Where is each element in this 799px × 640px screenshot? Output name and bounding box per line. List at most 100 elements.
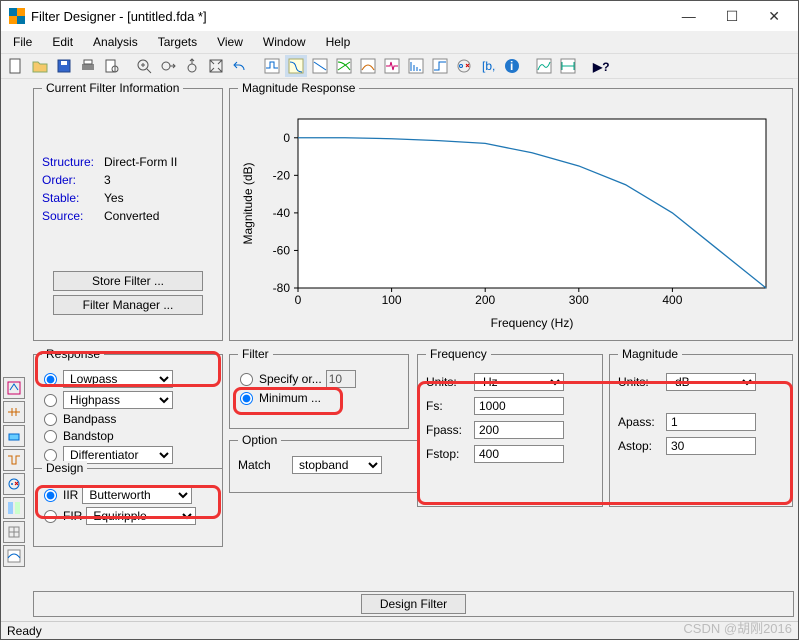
new-file-icon[interactable] <box>5 55 27 77</box>
open-file-icon[interactable] <box>29 55 51 77</box>
svg-text:100: 100 <box>382 293 402 307</box>
freq-fs-input[interactable] <box>474 397 564 415</box>
svg-text:i: i <box>510 59 513 73</box>
freq-fstop-input[interactable] <box>474 445 564 463</box>
mag-phase-icon[interactable] <box>333 55 355 77</box>
design-fir-radio[interactable] <box>44 510 57 523</box>
info-icon[interactable]: i <box>501 55 523 77</box>
impulse-icon[interactable] <box>405 55 427 77</box>
magnitude-panel: Magnitude Units:dB Apass: Astop: <box>609 347 793 507</box>
view-2-icon[interactable] <box>557 55 579 77</box>
maximize-button[interactable]: ☐ <box>720 8 745 25</box>
design-fir-select[interactable]: Equiripple <box>86 507 196 525</box>
response-highpass-select[interactable]: Highpass <box>63 391 173 409</box>
content-area: Current Filter Information Structure:Dir… <box>29 81 796 619</box>
menu-view[interactable]: View <box>209 33 251 51</box>
svg-text:-60: -60 <box>273 243 291 257</box>
svg-text:[b,a]: [b,a] <box>482 59 496 73</box>
status-text: Ready <box>7 624 42 638</box>
help-icon[interactable]: ▶? <box>589 55 611 77</box>
response-panel: Response Lowpass Highpass Bandpass Bands… <box>33 347 223 547</box>
option-match-label: Match <box>238 458 288 472</box>
zoom-in-icon[interactable] <box>133 55 155 77</box>
design-fir-label: FIR <box>63 509 82 523</box>
minimize-button[interactable]: — <box>676 8 702 25</box>
filter-specify-input[interactable] <box>326 370 356 388</box>
filter-specify-radio[interactable] <box>240 373 253 386</box>
svg-text:300: 300 <box>569 293 589 307</box>
step-icon[interactable] <box>429 55 451 77</box>
response-bandstop-radio[interactable] <box>44 430 57 443</box>
option-panel: Option Match stopband <box>229 433 429 493</box>
print-icon[interactable] <box>77 55 99 77</box>
sidebar-tool-6-icon[interactable] <box>3 497 25 519</box>
sidebar-tool-1-icon[interactable] <box>3 377 25 399</box>
response-highpass-radio[interactable] <box>44 394 57 407</box>
magnitude-legend: Magnitude <box>618 347 682 361</box>
response-diff-radio[interactable] <box>44 449 57 462</box>
filter-minimum-radio[interactable] <box>240 392 253 405</box>
response-lowpass-select[interactable]: Lowpass <box>63 370 173 388</box>
phase-delay-icon[interactable] <box>381 55 403 77</box>
response-bandpass-radio[interactable] <box>44 413 57 426</box>
freq-units-select[interactable]: Hz <box>474 373 564 391</box>
freq-fpass-label: Fpass: <box>426 423 468 437</box>
menu-window[interactable]: Window <box>255 33 314 51</box>
filter-manager-button[interactable]: Filter Manager ... <box>53 295 203 315</box>
filter-legend: Filter <box>238 347 273 361</box>
design-filter-button[interactable]: Design Filter <box>361 594 466 614</box>
print-preview-icon[interactable] <box>101 55 123 77</box>
svg-text:0: 0 <box>295 293 302 307</box>
undo-icon[interactable] <box>229 55 251 77</box>
view-1-icon[interactable] <box>533 55 555 77</box>
app-logo-icon <box>9 8 25 24</box>
sidebar-tool-3-icon[interactable] <box>3 425 25 447</box>
frequency-panel: Frequency Units:Hz Fs: Fpass: Fstop: <box>417 347 603 507</box>
coef-icon[interactable]: [b,a] <box>477 55 499 77</box>
magn-apass-input[interactable] <box>666 413 756 431</box>
polezero-icon[interactable] <box>453 55 475 77</box>
option-match-select[interactable]: stopband <box>292 456 382 474</box>
menu-edit[interactable]: Edit <box>44 33 81 51</box>
menu-file[interactable]: File <box>5 33 40 51</box>
design-iir-radio[interactable] <box>44 489 57 502</box>
menu-targets[interactable]: Targets <box>150 33 205 51</box>
sidebar-tool-2-icon[interactable] <box>3 401 25 423</box>
phase-response-icon[interactable] <box>309 55 331 77</box>
svg-text:0: 0 <box>283 131 290 145</box>
magn-units-select[interactable]: dB <box>666 373 756 391</box>
close-button[interactable]: ✕ <box>762 8 786 25</box>
toolbar: [b,a] i ▶? <box>1 53 798 79</box>
design-iir-select[interactable]: Butterworth <box>82 486 192 504</box>
svg-text:400: 400 <box>662 293 682 307</box>
menu-help[interactable]: Help <box>318 33 359 51</box>
app-window: Filter Designer - [untitled.fda *] — ☐ ✕… <box>0 0 799 640</box>
response-lowpass-radio[interactable] <box>44 373 57 386</box>
zoom-y-icon[interactable] <box>181 55 203 77</box>
freq-fstop-label: Fstop: <box>426 447 468 461</box>
sidebar <box>3 377 27 567</box>
freq-fs-label: Fs: <box>426 399 468 413</box>
mag-response-icon[interactable] <box>285 55 307 77</box>
save-icon[interactable] <box>53 55 75 77</box>
info-source-value: Converted <box>104 209 159 223</box>
magn-units-label: Units: <box>618 375 660 389</box>
freq-fpass-input[interactable] <box>474 421 564 439</box>
full-view-icon[interactable] <box>205 55 227 77</box>
sidebar-tool-8-icon[interactable] <box>3 545 25 567</box>
watermark-text: CSDN @胡刚2016 <box>683 618 792 637</box>
store-filter-button[interactable]: Store Filter ... <box>53 271 203 291</box>
info-source-label: Source: <box>42 209 104 223</box>
group-delay-icon[interactable] <box>357 55 379 77</box>
menu-analysis[interactable]: Analysis <box>85 33 146 51</box>
magn-astop-label: Astop: <box>618 439 660 453</box>
svg-text:-20: -20 <box>273 168 291 182</box>
filter-spec-icon[interactable] <box>261 55 283 77</box>
option-legend: Option <box>238 433 281 447</box>
sidebar-tool-4-icon[interactable] <box>3 449 25 471</box>
sidebar-tool-5-icon[interactable] <box>3 473 25 495</box>
magn-astop-input[interactable] <box>666 437 756 455</box>
sidebar-tool-7-icon[interactable] <box>3 521 25 543</box>
response-bandpass-label: Bandpass <box>63 412 116 426</box>
zoom-x-icon[interactable] <box>157 55 179 77</box>
